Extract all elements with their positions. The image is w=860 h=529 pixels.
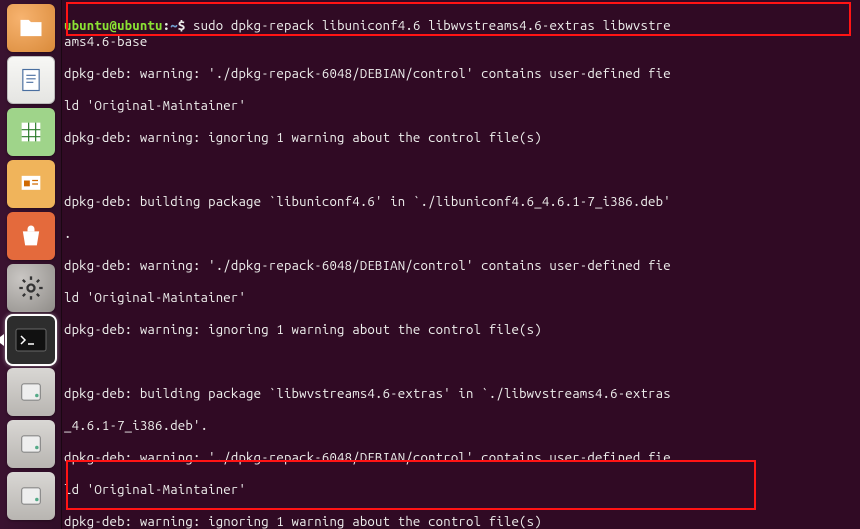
output-line: dpkg-deb: warning: './dpkg-repack-6048/D… [64,258,858,274]
calc-icon[interactable] [7,108,55,156]
disk-icon[interactable] [7,472,55,520]
terminal-content[interactable]: ubuntu@ubuntu:~$ sudo dpkg-repack libuni… [62,0,860,529]
output-line: dpkg-deb: warning: ignoring 1 warning ab… [64,514,858,529]
terminal-icon[interactable] [7,316,55,364]
prompt-path: ~ [170,19,178,33]
output-line: ld 'Original-Maintainer' [64,98,858,114]
files-icon[interactable] [7,4,55,52]
terminal-window[interactable]: ubuntu@ubuntu:~$ sudo dpkg-repack libuni… [62,0,860,529]
settings-icon[interactable] [7,264,55,312]
software-icon[interactable] [7,212,55,260]
output-line: . [64,226,858,242]
output-line: dpkg-deb: warning: './dpkg-repack-6048/D… [64,66,858,82]
output-line: dpkg-deb: building package `libuniconf4.… [64,194,858,210]
writer-icon[interactable] [7,56,55,104]
output-line: dpkg-deb: building package `libwvstreams… [64,386,858,402]
output-line: dpkg-deb: warning: ignoring 1 warning ab… [64,130,858,146]
disk-icon[interactable] [7,368,55,416]
output-line: dpkg-deb: warning: './dpkg-repack-6048/D… [64,450,858,466]
disk-icon[interactable] [7,420,55,468]
output-line: ld 'Original-Maintainer' [64,290,858,306]
impress-icon[interactable] [7,160,55,208]
output-line: ld 'Original-Maintainer' [64,482,858,498]
output-line: _4.6.1-7_i386.deb'. [64,418,858,434]
prompt-user: ubuntu@ubuntu [64,19,163,33]
launcher [0,0,62,529]
prompt-end: $ [178,19,186,33]
output-line: dpkg-deb: warning: ignoring 1 warning ab… [64,322,858,338]
